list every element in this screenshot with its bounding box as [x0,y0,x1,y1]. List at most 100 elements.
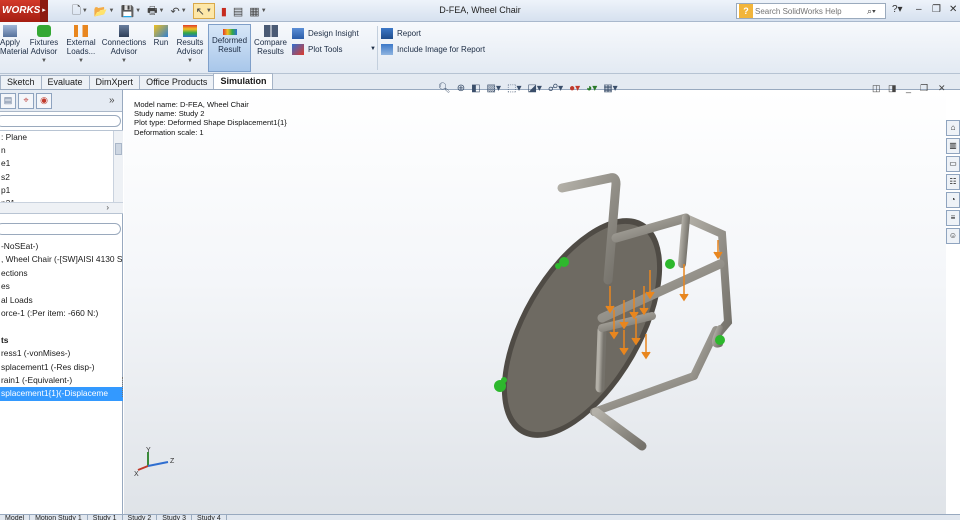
study-tree-item[interactable]: -NoSEat-) [0,240,123,253]
study-tree-item[interactable]: orce-1 (:Per item: -660 N:) [0,307,123,320]
tree-item[interactable]: s2 [0,171,123,184]
tab-simulation[interactable]: Simulation [213,73,274,89]
help-search-box[interactable]: ? ⌕▾ [736,3,886,19]
view-settings-icon[interactable]: ▦▾ [603,83,617,94]
tab-study-4[interactable]: Study 4 [192,515,227,520]
apply-scene-icon[interactable]: ◕▾ [586,83,597,94]
plot-tools-label: Plot Tools [308,44,343,54]
appearances-icon: ◔ [950,195,956,204]
scroll-right-icon[interactable]: › [106,203,109,212]
results-folder[interactable]: ts [0,334,123,347]
tree-item[interactable]: : Plane [0,131,123,144]
help-search-input[interactable] [755,6,865,16]
file-properties-button[interactable]: ▤ [233,3,243,19]
seat-plate[interactable] [469,192,695,463]
section-view-icon[interactable]: ▨▾ [487,83,501,94]
zoom-to-area-icon[interactable]: ⊕ [457,83,465,94]
viewport-split-icon[interactable]: ◨ [888,83,897,94]
open-button[interactable]: 📂 ▼ [94,3,115,19]
tab-model[interactable]: Model [0,515,31,520]
tree-item[interactable]: p1 [0,184,123,197]
tab-sketch[interactable]: Sketch [0,75,42,89]
options-button[interactable]: ▦ ▼ [249,3,266,19]
include-image-label: Include Image for Report [397,44,486,54]
plot-tools-button[interactable]: Plot Tools ▼ [292,42,376,56]
include-image-button[interactable]: Include Image for Report [381,42,485,56]
vertical-scrollbar[interactable] [113,131,123,203]
run-button[interactable]: Run [150,24,172,72]
deformed-result-button[interactable]: Deformed Result [208,24,251,72]
design-library-tab[interactable]: ▥ [946,138,960,154]
cursor-icon: ↖ [195,5,205,18]
apply-material-button[interactable]: Apply Material [0,24,28,72]
task-pane-tabs: ⌂ ▥ ▭ ☷ ◔ ≡ ☺ [946,120,960,246]
chevron-down-icon: ▼ [187,58,193,64]
edit-appearance-icon[interactable]: ●▾ [569,83,580,94]
display-manager-tab[interactable]: ◉ [36,92,52,109]
minimize-icon[interactable]: – [916,4,922,15]
search-icon[interactable]: ⌕▾ [867,6,876,17]
new-document-button[interactable]: 🗋 ▼ [72,3,88,19]
help-icon[interactable]: ?▾ [892,4,903,15]
compare-results-icon [263,25,278,37]
hide-show-items-icon[interactable]: ☍▾ [548,83,563,94]
results-advisor-button[interactable]: Results Advisor ▼ [174,24,206,72]
horizontal-scrollbar[interactable]: › [0,202,123,213]
wheelchair-model[interactable] [124,90,946,515]
print-button[interactable]: 🖶 ▼ [147,3,164,19]
fixtures-advisor-button[interactable]: Fixtures Advisor ▼ [26,24,62,72]
tab-dimxpert[interactable]: DimXpert [88,75,141,89]
viewport-minimize-icon[interactable]: _ [906,83,911,93]
more-tabs-icon[interactable]: » [109,95,115,106]
connections-advisor-button[interactable]: Connections Advisor ▼ [100,24,148,72]
restore-icon[interactable]: ❐ [932,4,941,15]
study-tree-item[interactable]: , Wheel Chair (-[SW]AISI 4130 S [0,253,123,266]
solidworks-resources-tab[interactable]: ⌂ [946,120,960,136]
tree-filter-input[interactable] [0,115,121,127]
study-tree-item[interactable]: ections [0,267,123,280]
configuration-tab[interactable]: ⌖ [18,92,34,109]
file-explorer-tab[interactable]: ▭ [946,156,960,172]
result-plot-item[interactable]: splacement1 (-Res disp-) [0,361,123,374]
simulation-advisor-tab[interactable]: ☺ [946,228,960,244]
tab-study-2[interactable]: Study 2 [123,515,158,520]
triad-z-label: Z [170,458,175,465]
close-icon[interactable]: ✕ [949,4,957,15]
zoom-to-fit-icon[interactable]: 🔍︎ [438,83,451,94]
appearances-tab[interactable]: ◔ [946,192,960,208]
display-style-icon[interactable]: ◪▾ [527,83,541,94]
select-button[interactable]: ↖ ▼ [192,3,215,19]
rebuild-button[interactable]: ▮ [221,3,227,19]
tab-study-3[interactable]: Study 3 [157,515,193,520]
result-plot-item-selected[interactable]: splacement1{1}(-Displaceme [0,387,123,401]
tab-office-products[interactable]: Office Products [139,75,215,89]
study-tree-item[interactable]: al Loads [0,294,123,307]
tab-motion-study-1[interactable]: Motion Study 1 [30,515,88,520]
model-name-text: Model name: D-FEA, Wheel Chair [134,100,249,109]
undo-button[interactable]: ↶ ▼ [170,3,186,19]
custom-properties-tab[interactable]: ≡ [946,210,960,226]
tab-study-1[interactable]: Study 1 [88,515,123,520]
compare-results-button[interactable]: Compare Results [253,24,288,72]
save-button[interactable]: 💾 ▼ [120,3,141,19]
menu-arrow-icon[interactable]: ▸ [40,0,48,22]
viewport-close-icon[interactable]: ✕ [938,83,946,94]
result-plot-item[interactable]: ress1 (-vonMises-) [0,347,123,360]
study-tree-item[interactable]: es [0,280,123,293]
design-insight-button[interactable]: Design Insight [292,26,359,40]
tab-evaluate[interactable]: Evaluate [40,75,90,89]
tree-item[interactable]: n [0,144,123,157]
result-plot-item[interactable]: rain1 (-Equivalent-) [0,374,123,387]
report-button[interactable]: Report [381,26,421,40]
custom-properties-icon: ≡ [950,213,956,222]
viewport-restore-icon[interactable]: ❐ [920,83,928,94]
external-loads-button[interactable]: External Loads... ▼ [63,24,99,72]
viewport-tile-icon[interactable]: ◫ [872,83,881,94]
property-manager-tab[interactable]: ▤ [0,92,16,109]
view-orientation-icon[interactable]: ⬚▾ [507,83,521,94]
tree-item[interactable]: e1 [0,157,123,170]
study-filter-input[interactable] [0,223,121,235]
view-palette-tab[interactable]: ☷ [946,174,960,190]
previous-view-icon[interactable]: ◧ [471,83,480,94]
scroll-thumb[interactable] [115,143,122,155]
